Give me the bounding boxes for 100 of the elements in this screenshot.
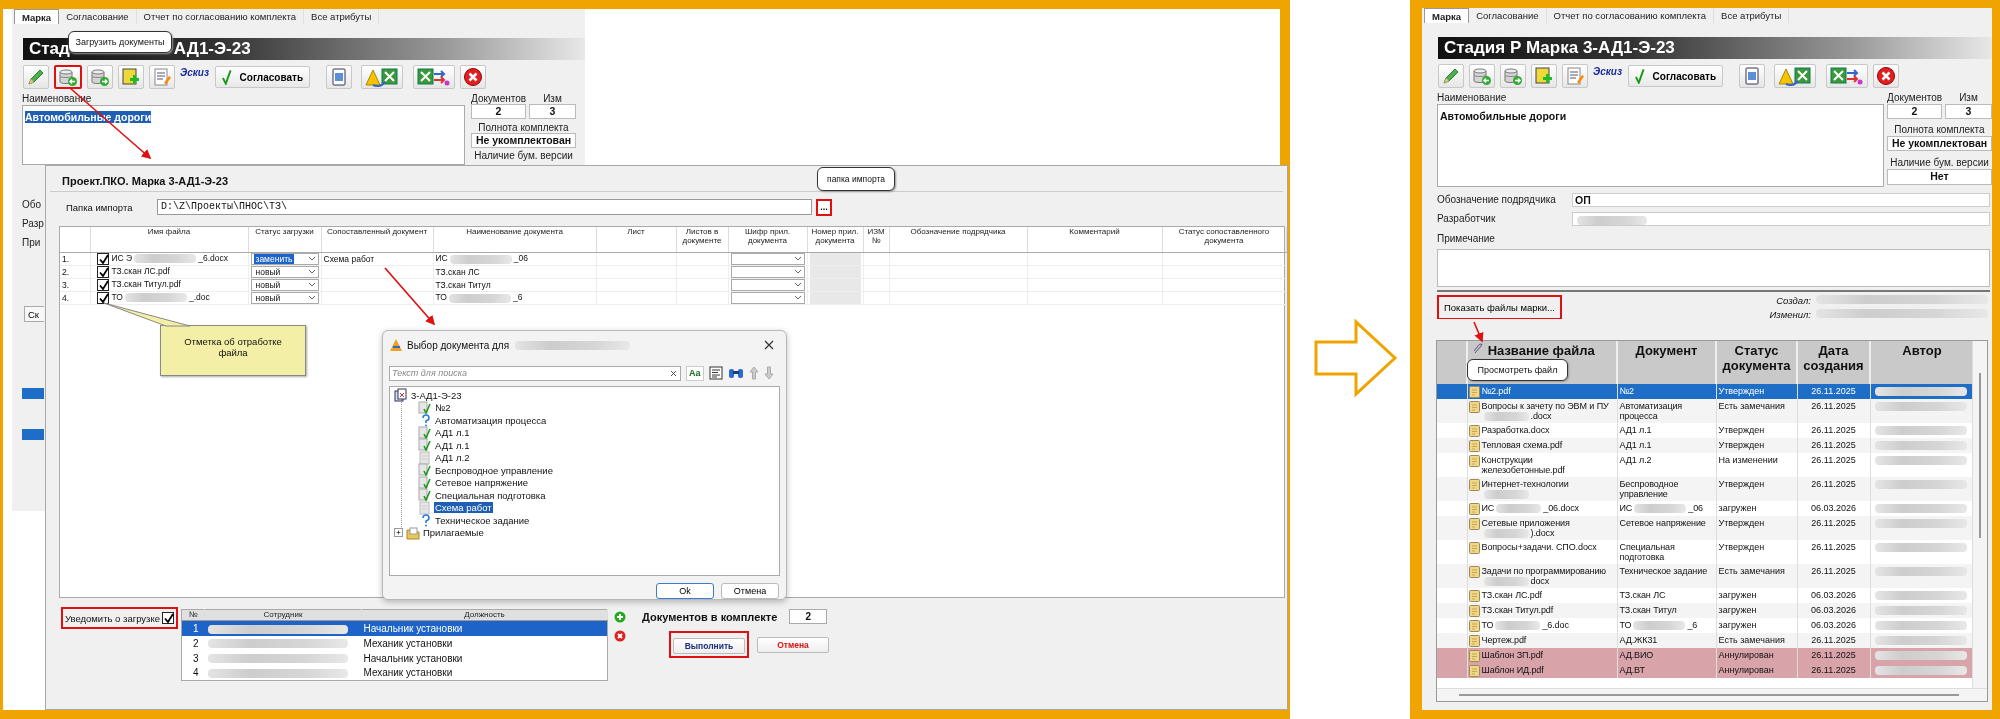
column-header: Название файла: [1487, 343, 1595, 358]
tree-item[interactable]: Специальная подготовка: [434, 489, 547, 501]
table-row[interactable]: Шаблон ЗП.pdf АД.ВИО Аннулирован 26.11.2025: [1437, 648, 1974, 663]
table-cell: Утвержден: [1718, 385, 1765, 396]
approve-button[interactable]: Согласовать: [1628, 65, 1724, 87]
tree-item[interactable]: Прилагаемые: [422, 527, 485, 539]
add-note-button[interactable]: [118, 65, 144, 89]
expand-icon[interactable]: [394, 528, 403, 538]
field-label: Документов: [1887, 92, 1942, 104]
list-row[interactable]: 3 Начальник установки: [181, 650, 608, 666]
column-header: Номер прил. документа: [811, 227, 859, 245]
cancel-button[interactable]: Отмена: [757, 636, 829, 653]
tree-item[interactable]: 3-АД1-Э-23: [410, 389, 463, 401]
field-label: Разр: [22, 217, 44, 231]
case-button[interactable]: Aa: [686, 365, 704, 381]
warning-button[interactable]: [1774, 64, 1817, 88]
list-icon[interactable]: [708, 366, 723, 380]
clear-icon[interactable]: [670, 369, 677, 377]
download-button[interactable]: [1500, 64, 1526, 88]
upload-button[interactable]: [1469, 64, 1495, 88]
table-row[interactable]: ТЗ.скан Титул.pdf ТЗ.скан Титул загружен 06.03.2026: [1437, 603, 1974, 618]
table-cell: АД1 л.1: [1619, 424, 1652, 435]
delete-button[interactable]: [1873, 64, 1900, 88]
binoculars-icon[interactable]: [727, 366, 744, 380]
tab[interactable]: Марка: [14, 9, 60, 24]
close-icon[interactable]: [764, 340, 774, 350]
run-button[interactable]: Выполнить: [673, 638, 745, 654]
tab[interactable]: Отчет по согласованию комплекта: [136, 9, 305, 24]
table-row[interactable]: Чертеж.pdf АД.ЖК31 Есть замечания 26.11.2025: [1437, 633, 1974, 648]
row-number: 1: [192, 622, 199, 634]
table-row[interactable]: Шаблон ИД.pdf АД.ВТ Аннулирован 26.11.2025: [1437, 663, 1974, 678]
export-button[interactable]: [413, 65, 456, 89]
table-row[interactable]: Задачи по программированию docx Техническое задание Есть замечания 26.11.2025: [1437, 564, 1974, 588]
table-cell: 26.11.2025: [1811, 634, 1856, 645]
warning-button[interactable]: [361, 65, 404, 89]
tree-item[interactable]: АД1 л.1: [434, 427, 471, 439]
text-area[interactable]: Автомобильные дороги: [1437, 104, 1884, 187]
table-cell: ТЗ.скан Титул: [435, 279, 491, 290]
list-row[interactable]: 2 Механик установки: [181, 635, 608, 651]
add-note-button[interactable]: [1531, 64, 1557, 88]
edit-button[interactable]: [23, 65, 49, 89]
tree-item[interactable]: АД1 л.2: [434, 452, 471, 464]
tab[interactable]: Все атрибуты: [304, 9, 380, 24]
database-arrow-icon: [1503, 66, 1523, 86]
file-icon: [1468, 478, 1480, 491]
table-row[interactable]: №2.pdf №2 Утвержден 26.11.2025: [1437, 384, 1974, 399]
tab[interactable]: Отчет по согласованию комплекта: [1546, 8, 1715, 23]
table-row[interactable]: Сетевые приложения ).docx Сетевое напряжение Утвержден 26.11.2025: [1437, 516, 1974, 540]
tree-item[interactable]: Беспроводное управление: [434, 464, 554, 476]
delete-button[interactable]: [460, 65, 487, 89]
app-icon: [389, 338, 403, 352]
checkbox[interactable]: [162, 612, 174, 624]
tree-item[interactable]: Схема работ: [434, 502, 493, 514]
ok-button[interactable]: Ok: [656, 583, 714, 599]
blurred-text: [1496, 503, 1542, 513]
upload-button[interactable]: [54, 65, 82, 89]
tab[interactable]: Согласование: [59, 9, 137, 24]
browse-button[interactable]: ...: [816, 198, 832, 216]
remove-icon[interactable]: [614, 630, 626, 642]
tree-item[interactable]: Техническое задание: [434, 514, 531, 526]
table-cell: 26.11.2025: [1811, 385, 1856, 396]
tree-item[interactable]: Автоматизация процесса: [434, 414, 548, 426]
folder-field[interactable]: D:\Z\Проекты\ПНОС\ТЗ\: [157, 199, 812, 215]
paperclip-icon: [1472, 343, 1484, 355]
table-cell: Утвержден: [1718, 478, 1765, 489]
word-button[interactable]: [326, 65, 353, 89]
file-name: Разработка.docx: [1481, 424, 1550, 435]
table-row[interactable]: Тепловая схема.pdf АД1 л.1 Утвержден 26.11.2025: [1437, 438, 1974, 453]
file-name: _.doc: [188, 291, 210, 302]
file-name: _6.docx: [198, 252, 228, 263]
download-button[interactable]: [87, 65, 113, 89]
add-icon[interactable]: [614, 611, 626, 623]
table-cell: 06.03.2026: [1810, 502, 1856, 513]
tree-item[interactable]: №2: [434, 402, 452, 414]
tree-item[interactable]: АД1 л.1: [434, 439, 471, 451]
field-label: Документов в комплекте: [642, 610, 778, 623]
text-field[interactable]: [1572, 212, 1990, 226]
pencil-icon: [26, 67, 46, 87]
table-cell: АД1 л.1: [1619, 439, 1652, 450]
text-field[interactable]: ОП: [1572, 193, 1990, 207]
file-icon: [1468, 565, 1480, 578]
sketch-link[interactable]: Эскиз: [1593, 66, 1623, 77]
export-button[interactable]: [1826, 64, 1869, 88]
tab[interactable]: Марка: [1424, 8, 1470, 23]
cancel-button[interactable]: Отмена: [721, 583, 779, 599]
tree-item[interactable]: Сетевое напряжение: [434, 477, 529, 489]
document-check-icon: [418, 438, 432, 453]
table-row[interactable]: Интернет-технологии Беспроводное управление Утвержден 26.11.2025: [1437, 477, 1974, 501]
table-cell: Утвержден: [1718, 517, 1765, 528]
button[interactable]: Ск: [24, 306, 44, 322]
table-row[interactable]: Вопросы к зачету по ЭВМ и ПУ .docx Автоматизация процесса Есть замечания 26.11.2025: [1437, 399, 1974, 423]
edit-button[interactable]: [1438, 64, 1464, 88]
tab[interactable]: Все атрибуты: [1714, 8, 1790, 23]
document-check-icon: [418, 475, 432, 490]
word-button[interactable]: [1739, 64, 1766, 88]
approve-button[interactable]: Согласовать: [215, 66, 311, 88]
sketch-link[interactable]: Эскиз: [180, 67, 210, 78]
search-field[interactable]: Текст для поиска: [389, 365, 681, 381]
tab[interactable]: Согласование: [1469, 8, 1547, 23]
list-row[interactable]: 4 Механик установки: [181, 665, 608, 681]
